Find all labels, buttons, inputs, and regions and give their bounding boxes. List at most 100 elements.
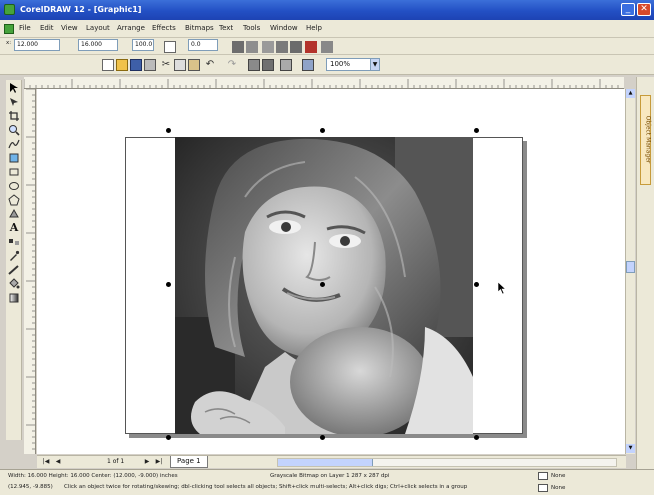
selection-handle[interactable]	[166, 435, 171, 440]
fill-status: None	[551, 473, 566, 479]
mirror-vertical-icon[interactable]	[246, 41, 258, 53]
scale-width-field[interactable]: 100.0	[132, 39, 154, 51]
outline-swatch-icon[interactable]	[538, 484, 548, 492]
status-bar: Width: 16.000 Height: 16.000 Center: (12…	[0, 469, 654, 495]
status-hint: Click an object twice for rotating/skewi…	[64, 484, 468, 490]
pick-tool-icon[interactable]	[8, 82, 20, 94]
selection-handle[interactable]	[474, 435, 479, 440]
page-tab[interactable]: Page 1	[170, 456, 208, 468]
menu-bar: File Edit View Layout Arrange Effects Bi…	[0, 20, 654, 38]
close-button[interactable]: ✕	[637, 3, 651, 16]
zoom-tool-icon[interactable]	[8, 124, 20, 136]
horizontal-scrollbar[interactable]	[277, 458, 617, 467]
open-icon[interactable]	[116, 59, 128, 71]
outline-status: None	[551, 485, 566, 491]
menu-help[interactable]: Help	[306, 24, 322, 32]
property-bar: x: 12.000 16.000 100.0 0.0	[0, 38, 654, 55]
last-page-icon[interactable]: ▶|	[154, 457, 164, 467]
text-tool-icon[interactable]: A	[8, 222, 20, 234]
shape-tool-icon[interactable]	[8, 96, 20, 108]
minimize-button[interactable]: _	[621, 3, 635, 16]
document-icon	[4, 24, 14, 34]
smart-fill-tool-icon[interactable]	[8, 152, 20, 164]
x-position-field[interactable]: 12.000	[14, 39, 60, 51]
vertical-ruler[interactable]	[24, 89, 36, 454]
bitmap-edit-icon[interactable]	[276, 41, 288, 53]
vertical-scrollbar[interactable]: ▲ ▼	[625, 89, 635, 454]
menu-edit[interactable]: Edit	[40, 24, 54, 32]
menu-tools[interactable]: Tools	[243, 24, 260, 32]
menu-effects[interactable]: Effects	[152, 24, 176, 32]
undo-icon[interactable]: ↶	[204, 59, 216, 71]
zoom-level-select[interactable]: 100% ▼	[326, 58, 380, 71]
status-cursor-position: (12.945, -9.885)	[8, 484, 53, 490]
corel-online-icon[interactable]	[302, 59, 314, 71]
fill-tool-icon[interactable]	[8, 278, 20, 290]
polygon-tool-icon[interactable]	[8, 194, 20, 206]
x-label: x:	[6, 40, 12, 46]
crop-tool-icon[interactable]	[8, 110, 20, 122]
save-icon[interactable]	[130, 59, 142, 71]
previous-page-icon[interactable]: ◀	[53, 457, 63, 467]
title-bar: CorelDRAW 12 - [Graphic1] _ ✕	[0, 0, 654, 20]
menu-layout[interactable]: Layout	[86, 24, 110, 32]
color-mask-icon[interactable]	[305, 41, 317, 53]
next-page-icon[interactable]: ▶	[142, 457, 152, 467]
eyedropper-tool-icon[interactable]	[8, 250, 20, 262]
resample-icon[interactable]	[321, 41, 333, 53]
scroll-up-icon[interactable]: ▲	[626, 89, 635, 98]
scroll-down-icon[interactable]: ▼	[626, 444, 635, 453]
fill-swatch-icon[interactable]	[538, 472, 548, 480]
mirror-horizontal-icon[interactable]	[232, 41, 244, 53]
freehand-tool-icon[interactable]	[8, 138, 20, 150]
horizontal-ruler[interactable]	[24, 77, 624, 89]
first-page-icon[interactable]: |◀	[41, 457, 51, 467]
selection-handle[interactable]	[474, 128, 479, 133]
export-icon[interactable]	[262, 59, 274, 71]
lock-ratio-icon[interactable]	[164, 41, 176, 53]
app-icon	[4, 4, 15, 15]
ellipse-tool-icon[interactable]	[8, 180, 20, 192]
horizontal-scroll-thumb[interactable]	[278, 459, 373, 466]
menu-arrange[interactable]: Arrange	[117, 24, 145, 32]
docker-panel: Object Manager	[636, 77, 654, 477]
close-icon: ✕	[640, 4, 648, 14]
status-object-info: Grayscale Bitmap on Layer 1 287 x 287 dp…	[270, 473, 390, 479]
vertical-scroll-thumb[interactable]	[626, 261, 635, 273]
interactive-blend-tool-icon[interactable]	[8, 236, 20, 248]
paste-icon[interactable]	[188, 59, 200, 71]
menu-window[interactable]: Window	[270, 24, 298, 32]
outline-tool-icon[interactable]	[8, 264, 20, 276]
selection-handle[interactable]	[320, 128, 325, 133]
application-launcher-icon[interactable]	[280, 59, 292, 71]
menu-bitmaps[interactable]: Bitmaps	[185, 24, 214, 32]
standard-toolbar: ✂ ↶ ↷ 100% ▼	[0, 55, 654, 75]
menu-view[interactable]: View	[61, 24, 78, 32]
selection-handle[interactable]	[320, 435, 325, 440]
docker-tab-object-manager[interactable]: Object Manager	[640, 95, 652, 185]
menu-text[interactable]: Text	[219, 24, 233, 32]
page-count: 1 of 1	[107, 458, 125, 465]
menu-file[interactable]: File	[19, 24, 31, 32]
selection-handle[interactable]	[166, 282, 171, 287]
trace-bitmap-icon[interactable]	[290, 41, 302, 53]
import-icon[interactable]	[248, 59, 260, 71]
print-icon[interactable]	[144, 59, 156, 71]
minimize-icon: _	[625, 4, 631, 14]
cut-icon[interactable]: ✂	[160, 59, 172, 71]
copy-icon[interactable]	[174, 59, 186, 71]
basic-shapes-tool-icon[interactable]	[8, 208, 20, 220]
new-icon[interactable]	[102, 59, 114, 71]
selection-handle[interactable]	[166, 128, 171, 133]
interactive-fill-tool-icon[interactable]	[8, 292, 20, 304]
toolbox: A	[6, 80, 22, 440]
rectangle-tool-icon[interactable]	[8, 166, 20, 178]
redo-icon[interactable]: ↷	[226, 59, 238, 71]
mouse-cursor-icon	[497, 281, 507, 295]
center-marker[interactable]	[320, 282, 325, 287]
chevron-down-icon: ▼	[370, 59, 379, 70]
angle-field[interactable]: 0.0	[188, 39, 218, 51]
wrap-text-icon[interactable]	[262, 41, 274, 53]
width-field[interactable]: 16.000	[78, 39, 118, 51]
selection-handle[interactable]	[474, 282, 479, 287]
